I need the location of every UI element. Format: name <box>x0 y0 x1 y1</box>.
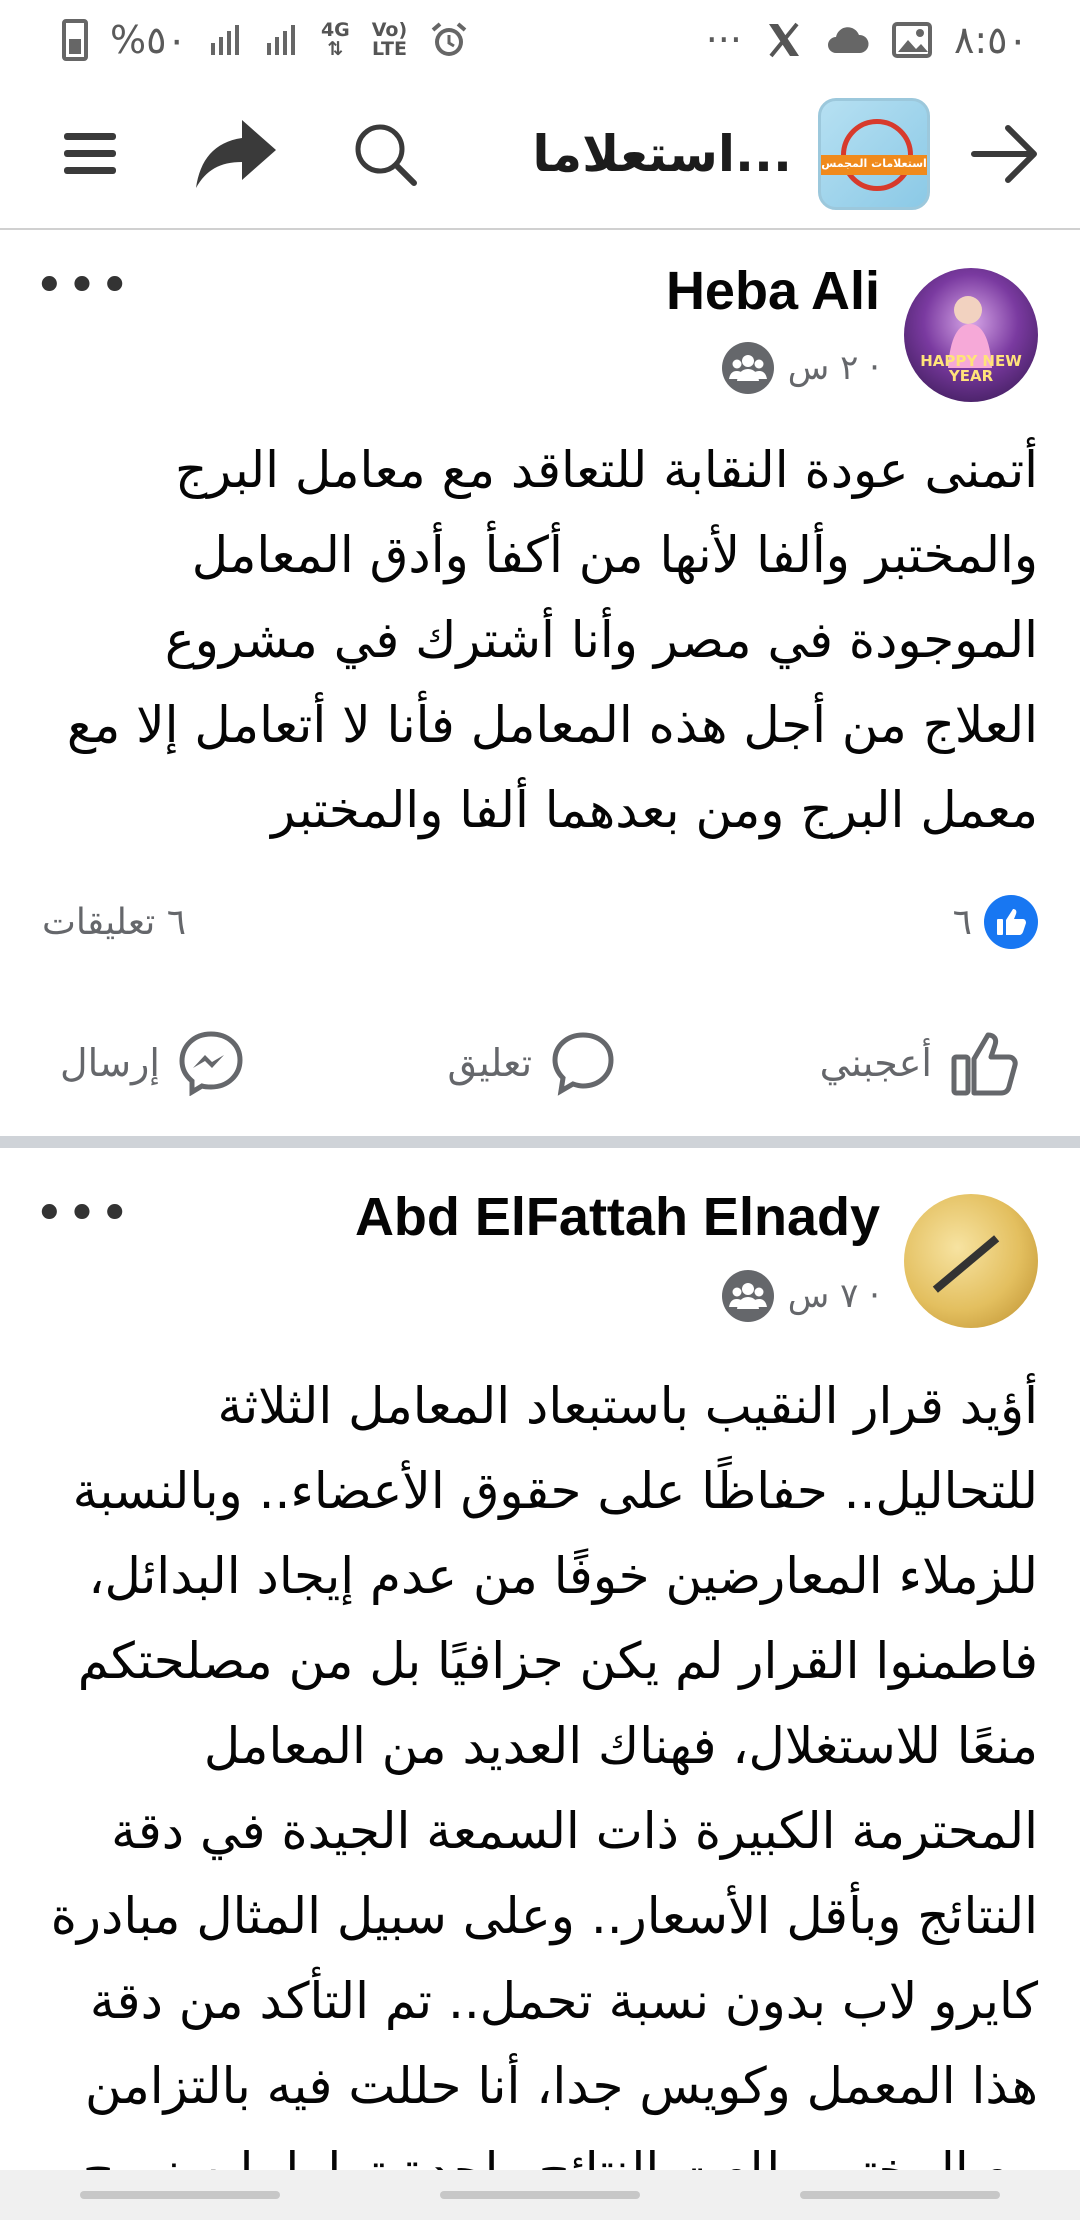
comment-label: تعليق <box>447 1041 533 1085</box>
post-text: أؤيد قرار النقيب باستبعاد المعامل الثلاث… <box>50 1377 1038 2200</box>
group-top-bar: استعلاما... استعلامات المجمس <box>0 80 1080 230</box>
send-button[interactable]: إرسال <box>60 1030 244 1096</box>
post-text: أتمنى عودة النقابة للتعاقد مع معامل البر… <box>66 441 1038 839</box>
like-button[interactable]: أعجبني <box>820 1029 1020 1097</box>
comment-button[interactable]: تعليق <box>447 1030 616 1096</box>
battery-percent: %٥٠ <box>110 18 187 62</box>
post-separator <box>0 1136 1080 1148</box>
battery-icon <box>62 19 88 61</box>
gallery-icon <box>891 22 932 58</box>
status-left: %٥٠ 4G ⇅ Vo) LTE <box>62 18 469 62</box>
system-nav-bar <box>0 2170 1080 2220</box>
comment-icon <box>552 1032 614 1096</box>
arrow-right-icon <box>971 125 1037 183</box>
post-actions: إرسال تعليق أعجبني <box>60 1008 1020 1118</box>
back-button[interactable] <box>970 124 1040 184</box>
messenger-icon <box>179 1031 243 1096</box>
more-notifications: ··· <box>705 18 742 62</box>
search-icon <box>355 124 417 186</box>
status-bar: %٥٠ 4G ⇅ Vo) LTE ··· ٨:٥٠ <box>0 0 1080 80</box>
data-arrows-icon: ⇅ <box>327 38 344 60</box>
likes-count: ٦ <box>952 901 972 943</box>
clock-time: ٨:٥٠ <box>953 18 1028 62</box>
likes-summary[interactable]: ٦ <box>953 895 1038 949</box>
author-name[interactable]: Abd ElFattah Elnady <box>355 1186 880 1248</box>
avatar-pen <box>932 1235 1000 1293</box>
logo-text: استعلامات المجمس <box>821 157 927 170</box>
post: HAPPY NEW YEAR Heba Ali ••• ٢ س · أتمنى … <box>0 232 1080 1138</box>
nav-handle[interactable] <box>800 2191 1000 2199</box>
like-reaction-icon <box>984 895 1038 949</box>
post-time[interactable]: ٧ س · <box>788 1276 880 1316</box>
more-options-button[interactable]: ••• <box>34 1188 132 1240</box>
author-name[interactable]: Heba Ali <box>666 260 880 322</box>
menu-button[interactable] <box>60 131 120 177</box>
cloud-icon <box>826 25 870 55</box>
group-audience-icon <box>721 1270 774 1322</box>
x-app-icon <box>764 20 804 60</box>
more-options-button[interactable]: ••• <box>34 260 132 312</box>
avatar[interactable]: HAPPY NEW YEAR <box>904 268 1038 402</box>
group-audience-icon <box>721 342 774 394</box>
thumbs-up-icon <box>951 1032 1018 1096</box>
like-label: أعجبني <box>819 1041 932 1085</box>
avatar-caption: HAPPY NEW YEAR <box>920 352 1022 385</box>
status-right: ··· ٨:٥٠ <box>706 18 1028 62</box>
share-button[interactable] <box>194 116 278 192</box>
comments-count[interactable]: ٦ تعليقات <box>42 902 186 943</box>
post: Abd ElFattah Elnady ••• ٧ س · أؤيد قرار … <box>0 1148 1080 2220</box>
nav-handle[interactable] <box>440 2191 640 2199</box>
avatar[interactable] <box>904 1194 1038 1328</box>
group-title[interactable]: استعلاما... <box>532 125 792 183</box>
post-meta: ٢ س · <box>721 342 880 394</box>
reaction-summary: ٦ تعليقات ٦ <box>42 892 1038 952</box>
volte-indicator: Vo) LTE <box>372 21 407 59</box>
search-button[interactable] <box>352 121 418 187</box>
lte-label: LTE <box>372 38 407 60</box>
network-type: 4G ⇅ <box>321 21 350 59</box>
alarm-icon <box>429 20 469 60</box>
signal-icon <box>265 23 299 57</box>
send-label: إرسال <box>60 1041 160 1085</box>
post-meta: ٧ س · <box>721 1270 880 1322</box>
share-icon <box>196 120 276 188</box>
post-time[interactable]: ٢ س · <box>788 348 880 388</box>
menu-icon <box>64 133 116 174</box>
nav-handle[interactable] <box>80 2191 280 2199</box>
group-logo[interactable]: استعلامات المجمس <box>818 98 930 210</box>
signal-icon <box>209 23 243 57</box>
